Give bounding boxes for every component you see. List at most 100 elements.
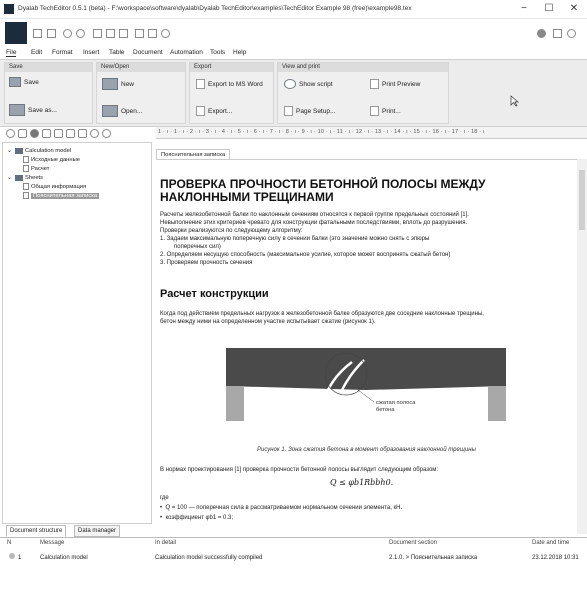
doc-title-line2: НАКЛОННЫМИ ТРЕЩИНАМИ xyxy=(160,190,334,204)
new-icon[interactable] xyxy=(33,29,42,38)
figure-caption: Рисунок 1. Зона сжатия бетона в момент о… xyxy=(257,447,476,453)
print-preview-icon xyxy=(370,79,379,89)
redo-icon[interactable] xyxy=(76,29,85,38)
minimize-button[interactable]: − xyxy=(511,2,537,16)
document-area[interactable]: ПРОВЕРКА ПРОЧНОСТИ БЕТОННОЙ ПОЛОСЫ МЕЖДУ… xyxy=(156,159,577,535)
group-title-view: View and print xyxy=(278,63,448,72)
export-word-button[interactable]: Export to MS Word xyxy=(196,78,263,90)
check-icon[interactable] xyxy=(93,29,102,38)
help-icon[interactable] xyxy=(567,29,576,38)
panel-icon[interactable] xyxy=(553,29,562,38)
ribbon-group-export: Export Export to MS Word Export... xyxy=(189,62,274,124)
record-icon[interactable] xyxy=(30,129,39,138)
export-button[interactable]: Export... xyxy=(196,105,232,117)
undo-icon[interactable] xyxy=(63,29,72,38)
maximize-button[interactable]: ☐ xyxy=(536,2,562,16)
app-icon xyxy=(4,4,14,14)
save-button[interactable]: Save xyxy=(9,76,39,88)
ruler: 1 · ı · 1 · ı · 2 · ı · 3 · ı · 4 · ı · … xyxy=(156,127,587,139)
col-header-section[interactable]: Document section xyxy=(389,540,437,546)
add-icon[interactable] xyxy=(18,129,27,138)
left-panel-toolbar xyxy=(2,127,152,141)
tree-item-calculation[interactable]: Расчет xyxy=(23,165,49,172)
save-icon[interactable] xyxy=(47,29,56,38)
col-header-datetime[interactable]: Date and time xyxy=(532,540,569,546)
intro-line1: Расчеты железобетонной балки по наклонны… xyxy=(160,212,469,218)
menu-table[interactable]: Table xyxy=(109,49,125,56)
print-preview-button[interactable]: Print Preview xyxy=(370,78,420,90)
ribbon: Save Save Save as... New/Open New Open..… xyxy=(0,59,587,127)
tree-item-input-data[interactable]: Исходные данные xyxy=(23,156,80,163)
tab-document-structure[interactable]: Document structure xyxy=(6,525,67,537)
label-leader-line xyxy=(357,389,375,403)
word-icon xyxy=(196,79,205,89)
paste-icon[interactable] xyxy=(78,129,87,138)
document-icon xyxy=(23,183,29,190)
step-3: 3. Проверяем прочность сечения xyxy=(160,260,253,266)
page-setup-button[interactable]: Page Setup... xyxy=(284,105,335,117)
new-button[interactable]: New xyxy=(102,78,134,90)
document-icon xyxy=(23,156,29,163)
save-as-button[interactable]: Save as... xyxy=(9,104,57,116)
table-icon[interactable] xyxy=(106,29,115,38)
row-section[interactable]: 2.1.0. > Пояснительная записка xyxy=(389,555,477,561)
eye-icon xyxy=(284,79,296,89)
document-tree: ⌄ Calculation model Исходные данные Расч… xyxy=(2,142,152,524)
title-bar: Dyalab TechEditor 0.5.1 (beta) - F:\work… xyxy=(0,0,587,19)
menu-file[interactable]: File xyxy=(6,49,17,57)
bullet-2: • коэффициент φb1 = 0.3; xyxy=(160,515,234,521)
settings-icon[interactable] xyxy=(6,129,15,138)
folder-icon xyxy=(15,174,23,181)
group-title-newopen: New/Open xyxy=(97,63,185,72)
where-label: где xyxy=(160,495,169,501)
save-as-icon xyxy=(9,104,25,116)
beam-figure xyxy=(226,348,506,421)
col-header-message[interactable]: Message xyxy=(40,540,64,546)
scrollbar-thumb[interactable] xyxy=(579,170,585,230)
col-header-n[interactable]: N xyxy=(7,540,11,546)
step-2: 2. Определяем несущую способность (макси… xyxy=(160,252,451,258)
close-button[interactable]: ✕ xyxy=(561,2,587,16)
page-setup-icon xyxy=(284,106,293,116)
collapse-icon[interactable]: ⌄ xyxy=(7,174,13,181)
menu-automation[interactable]: Automation xyxy=(170,49,203,56)
ribbon-group-newopen: New/Open New Open... xyxy=(96,62,186,124)
image-icon[interactable] xyxy=(119,29,128,38)
menu-edit[interactable]: Edit xyxy=(31,49,42,56)
group-title-export: Export xyxy=(190,63,273,72)
open-button[interactable]: Open... xyxy=(102,105,142,117)
beam-shape xyxy=(226,348,506,390)
tab-data-manager[interactable]: Data manager xyxy=(74,525,121,537)
info-icon xyxy=(9,553,15,559)
step-1: 1. Задаем максимальную поперечную силу в… xyxy=(160,236,430,242)
figure-label-1: сжатая полоса xyxy=(376,400,416,406)
copy-icon[interactable] xyxy=(66,129,75,138)
menu-format[interactable]: Format xyxy=(52,49,73,56)
print-button[interactable]: Print... xyxy=(370,105,401,117)
link-icon[interactable] xyxy=(161,29,170,38)
menu-tools[interactable]: Tools xyxy=(210,49,225,56)
menu-document[interactable]: Document xyxy=(133,49,163,56)
move-up-icon[interactable] xyxy=(90,129,99,138)
tree-item-explanatory-note[interactable]: Пояснительная записка xyxy=(23,192,100,199)
col-header-detail[interactable]: In detail xyxy=(155,540,176,546)
tree-item-sheets[interactable]: ⌄ Sheets xyxy=(7,174,43,181)
intro-line2: Невыполнение этих критериев чревато для … xyxy=(160,220,468,226)
move-down-icon[interactable] xyxy=(102,129,111,138)
table-icon[interactable] xyxy=(42,129,51,138)
ribbon-group-view: View and print Show script Print Preview… xyxy=(277,62,449,124)
menu-help[interactable]: Help xyxy=(233,49,246,56)
intro-line3: Проверки реализуются по следующему алгор… xyxy=(160,228,303,234)
tree-item-calculation-model[interactable]: ⌄ Calculation model xyxy=(7,147,71,154)
tree-item-general-info[interactable]: Общая информация xyxy=(23,183,86,190)
row-message: Calculation model xyxy=(40,555,88,561)
new-icon xyxy=(102,78,118,90)
text-icon[interactable] xyxy=(148,29,157,38)
window-title: Dyalab TechEditor 0.5.1 (beta) - F:\work… xyxy=(18,5,412,12)
show-script-button[interactable]: Show script xyxy=(284,78,333,90)
app-menu-icon[interactable] xyxy=(5,22,27,44)
collapse-icon[interactable]: ⌄ xyxy=(7,147,13,154)
percent-icon[interactable] xyxy=(135,29,144,38)
delete-icon[interactable] xyxy=(54,129,63,138)
menu-insert[interactable]: Insert xyxy=(83,49,99,56)
